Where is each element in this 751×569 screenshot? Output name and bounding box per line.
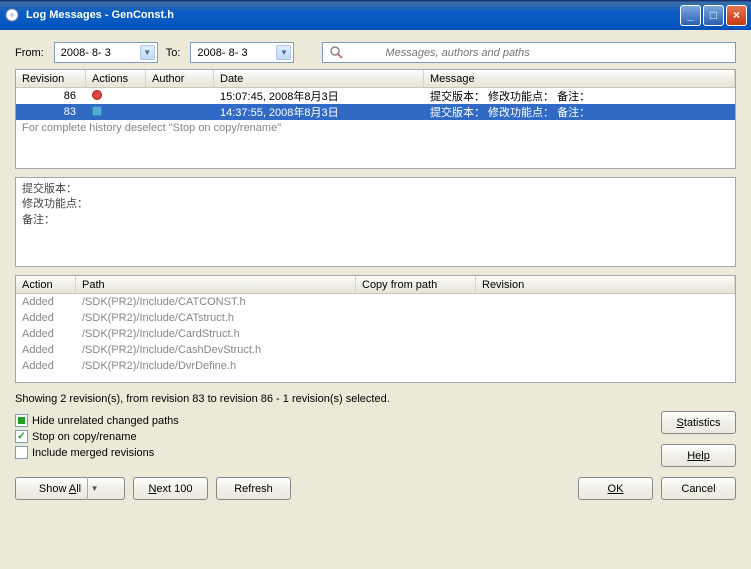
col-date[interactable]: Date (214, 70, 424, 87)
app-icon (4, 7, 20, 23)
chevron-down-icon: ▼ (87, 477, 101, 500)
col-copyfrom[interactable]: Copy from path (356, 276, 476, 293)
to-date-value: 2008- 8- 3 (197, 47, 276, 59)
col-actions[interactable]: Actions (86, 70, 146, 87)
search-icon (329, 45, 345, 61)
col-pathrev[interactable]: Revision (476, 276, 735, 293)
detail-line: 提交版本： (22, 182, 729, 197)
window-title: Log Messages - GenConst.h (26, 9, 174, 21)
to-date-picker[interactable]: 2008- 8- 3 ▼ (190, 42, 294, 63)
col-author[interactable]: Author (146, 70, 214, 87)
help-button[interactable]: Help (661, 444, 736, 467)
close-button[interactable]: × (726, 5, 747, 26)
col-revision[interactable]: Revision (16, 70, 86, 87)
checkbox-icon: ✓ (15, 430, 28, 443)
maximize-button[interactable]: □ (703, 5, 724, 26)
from-date-value: 2008- 8- 3 (61, 47, 140, 59)
message-detail-pane[interactable]: 提交版本： 修改功能点： 备注： (15, 177, 736, 267)
from-date-picker[interactable]: 2008- 8- 3 ▼ (54, 42, 158, 63)
table-row[interactable]: Added/SDK(PR2)/Include/DvrDefine.h (16, 358, 735, 374)
minimize-button[interactable]: _ (680, 5, 701, 26)
col-path[interactable]: Path (76, 276, 356, 293)
chevron-down-icon: ▼ (276, 45, 291, 60)
history-hint: For complete history deselect "Stop on c… (16, 120, 735, 136)
paths-header: Action Path Copy from path Revision (16, 276, 735, 294)
detail-line: 备注： (22, 213, 729, 228)
from-label: From: (15, 47, 44, 59)
checkbox-icon: ✓ (15, 446, 28, 459)
search-box[interactable] (322, 42, 736, 63)
button-row: Show All▼ Next 100 Refresh OK Cancel (15, 477, 736, 500)
filter-row: From: 2008- 8- 3 ▼ To: 2008- 8- 3 ▼ (15, 42, 736, 63)
table-row[interactable]: Added/SDK(PR2)/Include/CardStruct.h (16, 326, 735, 342)
chevron-down-icon: ▼ (140, 45, 155, 60)
table-row[interactable]: 8314:37:55, 2008年8月3日提交版本： 修改功能点： 备注： (16, 104, 735, 120)
revisions-table: Revision Actions Author Date Message 861… (15, 69, 736, 169)
ok-button[interactable]: OK (578, 477, 653, 500)
options-group: Hide unrelated changed paths ✓Stop on co… (15, 411, 661, 462)
statistics-button[interactable]: Statistics (661, 411, 736, 434)
col-message[interactable]: Message (424, 70, 735, 87)
revisions-header: Revision Actions Author Date Message (16, 70, 735, 88)
status-text: Showing 2 revision(s), from revision 83 … (15, 393, 736, 405)
detail-line: 修改功能点： (22, 197, 729, 212)
show-all-button[interactable]: Show All▼ (15, 477, 125, 500)
titlebar: Log Messages - GenConst.h _ □ × (0, 0, 751, 30)
refresh-button[interactable]: Refresh (216, 477, 291, 500)
include-merged-checkbox[interactable]: ✓Include merged revisions (15, 446, 661, 459)
hide-unrelated-checkbox[interactable]: Hide unrelated changed paths (15, 414, 661, 427)
table-row[interactable]: Added/SDK(PR2)/Include/CashDevStruct.h (16, 342, 735, 358)
col-action[interactable]: Action (16, 276, 76, 293)
paths-table: Action Path Copy from path Revision Adde… (15, 275, 736, 383)
stop-on-copy-checkbox[interactable]: ✓Stop on copy/rename (15, 430, 661, 443)
search-input[interactable] (385, 47, 729, 59)
to-label: To: (166, 47, 181, 59)
next-100-button[interactable]: Next 100 (133, 477, 208, 500)
checkbox-icon (15, 414, 28, 427)
table-row[interactable]: Added/SDK(PR2)/Include/CATCONST.h (16, 294, 735, 310)
cancel-button[interactable]: Cancel (661, 477, 736, 500)
table-row[interactable]: Added/SDK(PR2)/Include/CATstruct.h (16, 310, 735, 326)
table-row[interactable]: 8615:07:45, 2008年8月3日提交版本： 修改功能点： 备注： (16, 88, 735, 104)
